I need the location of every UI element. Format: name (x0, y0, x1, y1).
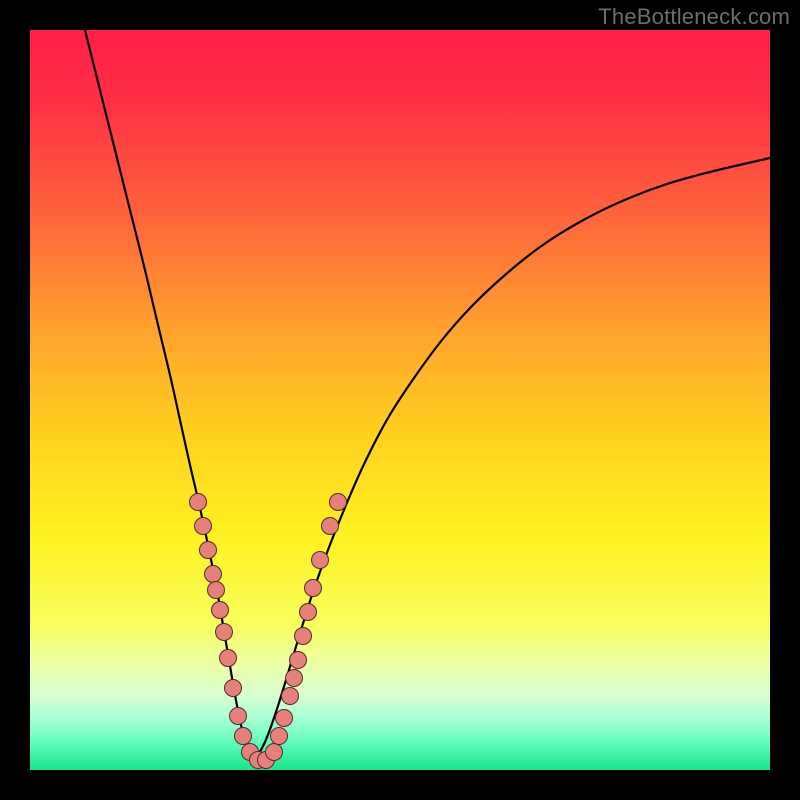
data-marker (225, 680, 242, 697)
watermark-text: TheBottleneck.com (598, 4, 790, 30)
data-markers (190, 494, 347, 769)
data-marker (235, 728, 252, 745)
data-marker (282, 688, 299, 705)
data-marker (220, 650, 237, 667)
data-marker (208, 582, 225, 599)
plot-area (30, 30, 770, 770)
data-marker (276, 710, 293, 727)
data-marker (322, 518, 339, 535)
data-marker (330, 494, 347, 511)
data-marker (271, 728, 288, 745)
curve-right-branch (255, 158, 770, 760)
data-marker (300, 604, 317, 621)
data-marker (286, 670, 303, 687)
data-marker (190, 494, 207, 511)
data-marker (200, 542, 217, 559)
data-marker (312, 552, 329, 569)
data-marker (216, 624, 233, 641)
data-marker (266, 744, 283, 761)
data-marker (230, 708, 247, 725)
data-marker (212, 602, 229, 619)
data-marker (290, 652, 307, 669)
data-marker (205, 566, 222, 583)
data-marker (195, 518, 212, 535)
curves-layer (30, 30, 770, 770)
data-marker (305, 580, 322, 597)
chart-frame: TheBottleneck.com (0, 0, 800, 800)
data-marker (295, 628, 312, 645)
